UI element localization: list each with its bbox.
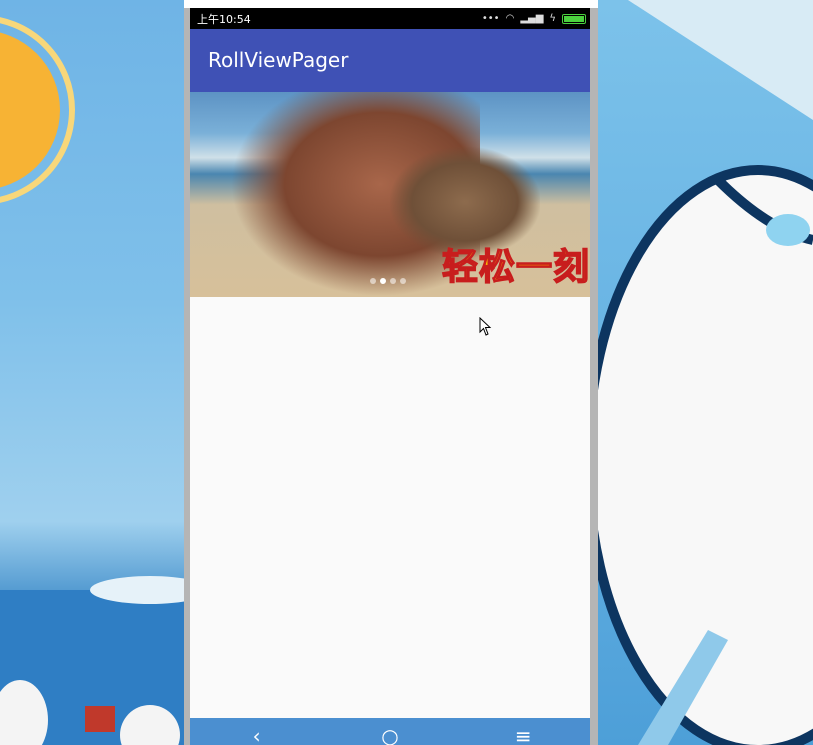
status-bar: 上午10:54 ••• ◠ ▂▄▆ ϟ <box>190 8 590 29</box>
can-shape <box>628 0 813 120</box>
app-title: RollViewPager <box>208 48 349 72</box>
phone-frame: 上午10:54 ••• ◠ ▂▄▆ ϟ RollViewPager 轻松一刻 ‹… <box>184 0 598 745</box>
pager-dot-active[interactable] <box>380 278 386 284</box>
back-icon: ‹ <box>252 724 261 745</box>
wallpaper-left-panel <box>0 0 210 745</box>
phone-bezel <box>184 0 598 8</box>
battery-icon <box>562 13 586 24</box>
wallpaper-right-panel <box>583 0 813 745</box>
back-button[interactable]: ‹ <box>227 718 287 745</box>
menu-icon: ≡ <box>514 724 532 745</box>
pager-dot[interactable] <box>370 278 376 284</box>
pager-dot[interactable] <box>400 278 406 284</box>
pager-dot[interactable] <box>390 278 396 284</box>
status-icons: ••• ◠ ▂▄▆ ϟ <box>482 13 590 24</box>
charging-icon: ϟ <box>549 13 556 24</box>
menu-button[interactable]: ≡ <box>493 718 553 745</box>
wallpaper-right-art <box>583 0 813 745</box>
app-toolbar: RollViewPager <box>190 29 590 92</box>
navigation-bar: ‹ ○ ≡ <box>190 718 590 745</box>
mouse-cursor-icon <box>479 317 492 336</box>
phone-screen: 上午10:54 ••• ◠ ▂▄▆ ϟ RollViewPager 轻松一刻 ‹… <box>190 8 590 745</box>
drop-shape <box>766 214 810 246</box>
home-icon: ○ <box>381 724 399 745</box>
status-time: 上午10:54 <box>197 12 251 26</box>
signal-icon: ▂▄▆ <box>520 13 544 24</box>
banner-caption: 轻松一刻 <box>441 246 590 289</box>
more-dots-icon: ••• <box>481 13 500 24</box>
flag-shape <box>85 706 115 732</box>
wifi-icon: ◠ <box>505 13 515 24</box>
wallpaper-left-art <box>0 17 210 745</box>
roll-view-pager-banner[interactable]: 轻松一刻 <box>190 92 590 297</box>
content-area <box>190 297 590 718</box>
home-button[interactable]: ○ <box>360 718 420 745</box>
pager-indicator <box>370 278 406 284</box>
